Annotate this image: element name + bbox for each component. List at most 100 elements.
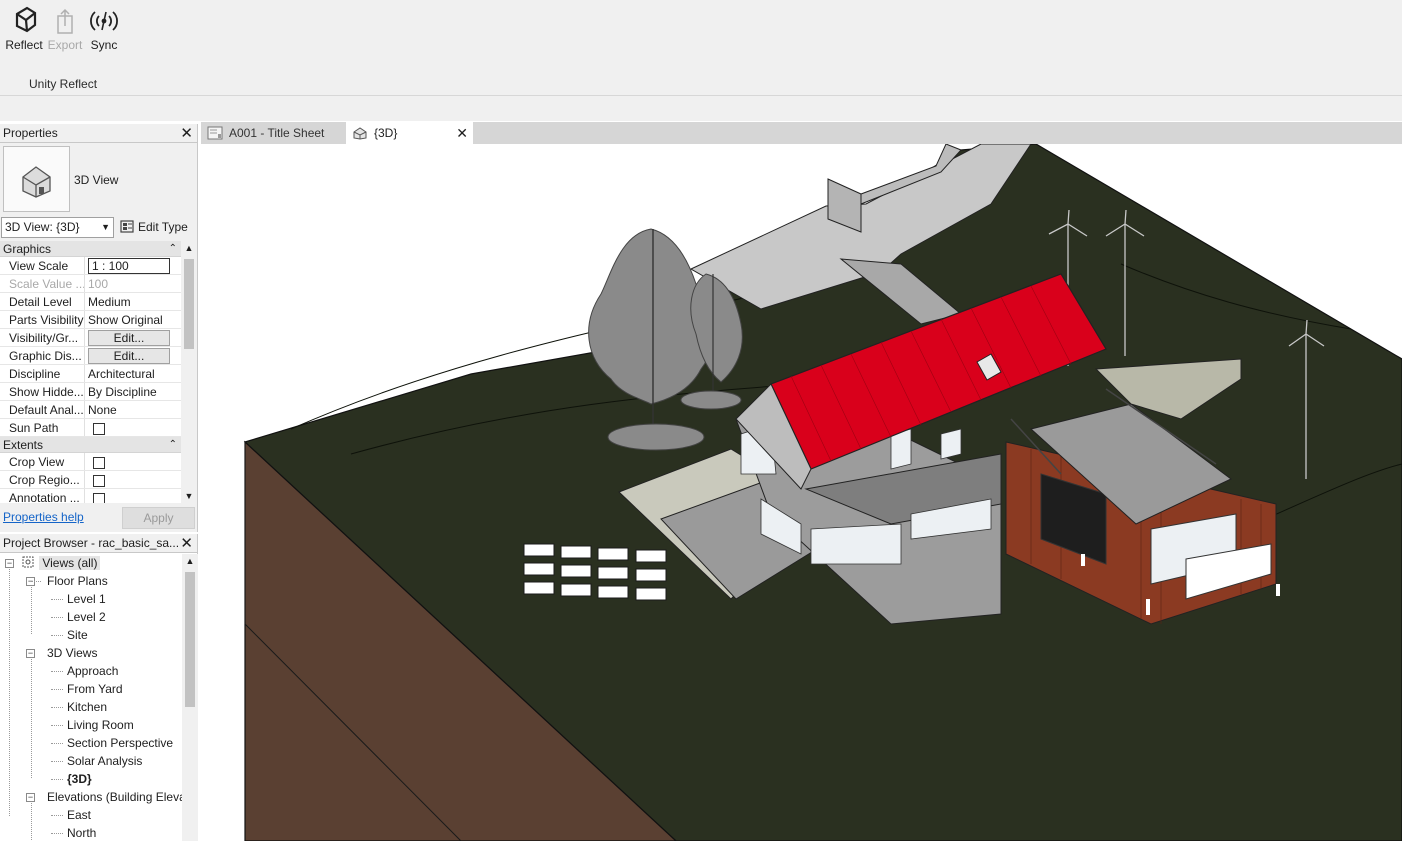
property-value[interactable]: [85, 471, 181, 488]
property-name: Sun Path: [0, 419, 85, 436]
graphic-display-edit-button[interactable]: Edit...: [88, 348, 170, 364]
scroll-up-icon[interactable]: ▲: [182, 556, 198, 566]
3d-viewport[interactable]: [201, 144, 1402, 841]
type-selector-dropdown[interactable]: 3D View: {3D} ▼: [1, 217, 114, 238]
tab-a001-title-sheet[interactable]: A001 - Title Sheet: [201, 122, 345, 144]
property-row[interactable]: Parts Visibility Show Original: [0, 311, 181, 329]
tree-line: [51, 707, 63, 708]
tab-3d-view[interactable]: {3D} ✕: [346, 122, 473, 144]
tree-line: [51, 815, 63, 816]
collapse-toggle[interactable]: −: [5, 559, 14, 568]
tab-label: A001 - Title Sheet: [229, 126, 325, 140]
property-row[interactable]: View Scale 1 : 100: [0, 257, 181, 275]
tree-node-views-all[interactable]: Views (all): [20, 554, 101, 572]
tree-node-elevations[interactable]: Elevations (Building Eleva: [47, 788, 182, 806]
tree-line: [51, 635, 63, 636]
property-value[interactable]: None: [85, 401, 181, 418]
tree-line: [51, 617, 63, 618]
tree-item-living-room[interactable]: Living Room: [67, 716, 134, 734]
property-value[interactable]: By Discipline: [85, 383, 181, 400]
property-row[interactable]: Sun Path: [0, 419, 181, 437]
views-icon: [22, 556, 34, 568]
crop-view-checkbox[interactable]: [93, 457, 105, 469]
property-row[interactable]: Visibility/Gr... Edit...: [0, 329, 181, 347]
property-row[interactable]: Graphic Dis... Edit...: [0, 347, 181, 365]
export-button[interactable]: Export: [43, 4, 87, 52]
close-icon[interactable]: ✕: [456, 122, 468, 144]
property-value[interactable]: Medium: [85, 293, 181, 310]
sync-button[interactable]: Sync: [82, 4, 126, 52]
tree-shadow: [680, 390, 742, 410]
unity-logo-icon: [15, 6, 37, 33]
property-row[interactable]: Detail Level Medium: [0, 293, 181, 311]
tree-item-kitchen[interactable]: Kitchen: [67, 698, 107, 716]
tree-item-section-perspective[interactable]: Section Perspective: [67, 734, 173, 752]
tree-item-3d-active[interactable]: {3D}: [67, 770, 92, 788]
browser-scrollbar[interactable]: ▲: [182, 554, 198, 841]
tree-node-floor-plans[interactable]: Floor Plans: [47, 572, 108, 590]
close-icon[interactable]: ✕: [180, 534, 193, 553]
property-value: 100: [88, 277, 109, 291]
property-row[interactable]: Default Anal... None: [0, 401, 181, 419]
view-scale-input[interactable]: 1 : 100: [88, 258, 170, 274]
property-value[interactable]: Show Original: [85, 311, 181, 328]
visibility-edit-button[interactable]: Edit...: [88, 330, 170, 346]
property-row[interactable]: Show Hidde... By Discipline: [0, 383, 181, 401]
property-value[interactable]: Edit...: [85, 347, 181, 364]
tree-item-approach[interactable]: Approach: [67, 662, 118, 680]
property-row[interactable]: Crop View: [0, 453, 181, 471]
tree-node-3d-views[interactable]: 3D Views: [47, 644, 97, 662]
category-extents[interactable]: Extents ⌃: [0, 437, 181, 453]
type-preview: [3, 146, 70, 212]
scroll-up-icon[interactable]: ▲: [181, 243, 197, 253]
property-row[interactable]: Annotation ...: [0, 489, 181, 503]
tree-item-north[interactable]: North: [67, 824, 96, 841]
properties-palette: Properties ✕ 3D View 3D View: {3D} ▼ Edi…: [0, 124, 198, 532]
close-icon[interactable]: ✕: [180, 124, 193, 143]
tree-line: [51, 761, 63, 762]
tree-line: [31, 656, 32, 778]
tree-line: [51, 833, 63, 834]
tree-item-site[interactable]: Site: [67, 626, 88, 644]
tree-line: [51, 779, 63, 780]
property-value[interactable]: [85, 419, 181, 436]
property-value[interactable]: [85, 453, 181, 470]
property-value[interactable]: 1 : 100: [85, 257, 181, 274]
annotation-crop-checkbox[interactable]: [93, 493, 105, 503]
tree-line: [51, 689, 63, 690]
type-selector-value: 3D View: {3D}: [5, 220, 80, 234]
tree-item-east[interactable]: East: [67, 806, 91, 824]
3d-house-icon: [353, 127, 367, 140]
properties-scrollbar[interactable]: ▲ ▼: [181, 241, 197, 503]
scroll-down-icon[interactable]: ▼: [181, 491, 197, 501]
property-row[interactable]: Crop Regio...: [0, 471, 181, 489]
property-row[interactable]: Discipline Architectural: [0, 365, 181, 383]
property-value[interactable]: Architectural: [85, 365, 181, 382]
collapse-toggle[interactable]: −: [26, 793, 35, 802]
tree-item-from-yard[interactable]: From Yard: [67, 680, 123, 698]
tree-item-level-1[interactable]: Level 1: [67, 590, 106, 608]
tree-item-solar-analysis[interactable]: Solar Analysis: [67, 752, 142, 770]
properties-help-link[interactable]: Properties help: [3, 510, 84, 524]
3d-view-house-icon: [22, 166, 51, 198]
collapse-icon[interactable]: ⌃: [169, 437, 177, 453]
tree-item-level-2[interactable]: Level 2: [67, 608, 106, 626]
collapse-toggle[interactable]: −: [26, 649, 35, 658]
scroll-thumb[interactable]: [185, 572, 195, 707]
3d-model-scene[interactable]: [201, 144, 1402, 841]
crop-region-checkbox[interactable]: [93, 475, 105, 487]
collapse-icon[interactable]: ⌃: [169, 241, 177, 257]
tree-line: [31, 584, 32, 634]
ribbon-strip: [0, 96, 1402, 121]
property-value[interactable]: Edit...: [85, 329, 181, 346]
property-name: Annotation ...: [0, 489, 85, 503]
scroll-thumb[interactable]: [184, 259, 194, 349]
sun-path-checkbox[interactable]: [93, 423, 105, 435]
category-graphics[interactable]: Graphics ⌃: [0, 241, 181, 257]
project-browser: Project Browser - rac_basic_sa... ✕ − Vi…: [0, 534, 198, 841]
property-value[interactable]: [85, 489, 181, 503]
property-name: Crop Regio...: [0, 471, 85, 488]
apply-button[interactable]: Apply: [122, 507, 195, 529]
edit-type-button[interactable]: Edit Type: [120, 217, 188, 238]
reflect-button[interactable]: Reflect: [2, 4, 46, 52]
